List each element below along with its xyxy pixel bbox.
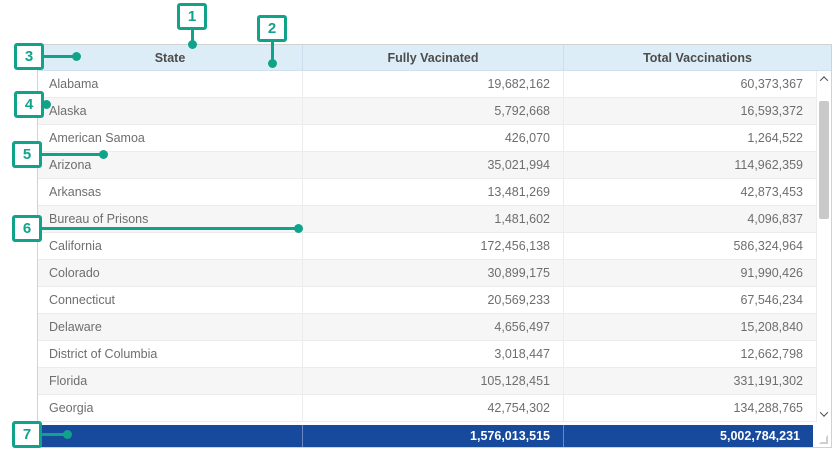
callout-6-label: 6 bbox=[23, 220, 31, 237]
cell-state: Colorado bbox=[38, 260, 303, 286]
cell-fully-vaccinated: 3,018,447 bbox=[303, 341, 564, 367]
scroll-down-button[interactable] bbox=[817, 406, 831, 422]
cell-state: Georgia bbox=[38, 395, 303, 421]
cell-state: Arkansas bbox=[38, 179, 303, 205]
cell-fully-vaccinated: 30,899,175 bbox=[303, 260, 564, 286]
cell-fully-vaccinated: 1,481,602 bbox=[303, 206, 564, 232]
cell-fully-vaccinated: 172,456,138 bbox=[303, 233, 564, 259]
cell-total-vaccinations: 1,264,522 bbox=[564, 125, 816, 151]
cell-state: Delaware bbox=[38, 314, 303, 340]
cell-total-vaccinations: 15,208,840 bbox=[564, 314, 816, 340]
callout-6: 6 bbox=[12, 215, 42, 242]
scroll-up-button[interactable] bbox=[817, 71, 831, 87]
table-row[interactable]: California 172,456,138 586,324,964 bbox=[38, 233, 831, 260]
cell-fully-vaccinated: 42,754,302 bbox=[303, 395, 564, 421]
dashboard-table-screenshot: State Fully Vacinated Total Vaccinations… bbox=[0, 0, 833, 453]
callout-1-dot bbox=[188, 40, 197, 49]
cell-state: American Samoa bbox=[38, 125, 303, 151]
callout-6-dot bbox=[294, 224, 303, 233]
cell-fully-vaccinated: 105,128,451 bbox=[303, 368, 564, 394]
cell-total-vaccinations: 60,373,367 bbox=[564, 71, 816, 97]
cell-state: Florida bbox=[38, 368, 303, 394]
callout-7-label: 7 bbox=[23, 426, 31, 443]
table-body: Alabama 19,682,162 60,373,367 Alaska 5,7… bbox=[38, 71, 831, 422]
cell-total-vaccinations: 91,990,426 bbox=[564, 260, 816, 286]
cell-state: California bbox=[38, 233, 303, 259]
callout-1-label: 1 bbox=[188, 8, 196, 25]
cell-fully-vaccinated: 13,481,269 bbox=[303, 179, 564, 205]
resize-grip-icon bbox=[819, 435, 828, 444]
callout-3: 3 bbox=[14, 43, 44, 70]
cell-state: District of Columbia bbox=[38, 341, 303, 367]
column-header-fully-vaccinated: Fully Vacinated bbox=[303, 45, 564, 70]
totals-row-bar: 1,576,013,515 5,002,784,231 bbox=[38, 425, 813, 447]
scrollbar-corner bbox=[813, 425, 831, 447]
cell-total-vaccinations: 134,288,765 bbox=[564, 395, 816, 421]
table-row[interactable]: Arizona 35,021,994 114,962,359 bbox=[38, 152, 831, 179]
cell-fully-vaccinated: 20,569,233 bbox=[303, 287, 564, 313]
column-header-total-vaccinations: Total Vaccinations bbox=[564, 45, 831, 70]
table-row[interactable]: Florida 105,128,451 331,191,302 bbox=[38, 368, 831, 395]
cell-state: Alaska bbox=[38, 98, 303, 124]
table-row[interactable]: Colorado 30,899,175 91,990,426 bbox=[38, 260, 831, 287]
cell-fully-vaccinated: 19,682,162 bbox=[303, 71, 564, 97]
callout-4-label: 4 bbox=[25, 96, 33, 113]
cell-total-vaccinations: 67,546,234 bbox=[564, 287, 816, 313]
table-row[interactable]: Arkansas 13,481,269 42,873,453 bbox=[38, 179, 831, 206]
callout-5-stem bbox=[42, 153, 103, 156]
cell-total-vaccinations: 16,593,372 bbox=[564, 98, 816, 124]
table-row[interactable]: Alaska 5,792,668 16,593,372 bbox=[38, 98, 831, 125]
table-row[interactable]: District of Columbia 3,018,447 12,662,79… bbox=[38, 341, 831, 368]
table-row[interactable]: Georgia 42,754,302 134,288,765 bbox=[38, 395, 831, 422]
totals-cell-fully-vaccinated: 1,576,013,515 bbox=[303, 425, 564, 447]
cell-fully-vaccinated: 426,070 bbox=[303, 125, 564, 151]
cell-fully-vaccinated: 35,021,994 bbox=[303, 152, 564, 178]
callout-5: 5 bbox=[12, 141, 42, 168]
cell-total-vaccinations: 42,873,453 bbox=[564, 179, 816, 205]
table-row[interactable]: Connecticut 20,569,233 67,546,234 bbox=[38, 287, 831, 314]
cell-total-vaccinations: 586,324,964 bbox=[564, 233, 816, 259]
cell-state: Connecticut bbox=[38, 287, 303, 313]
callout-5-label: 5 bbox=[23, 146, 31, 163]
cell-total-vaccinations: 4,096,837 bbox=[564, 206, 816, 232]
vaccination-table: State Fully Vacinated Total Vaccinations… bbox=[37, 44, 832, 448]
cell-total-vaccinations: 114,962,359 bbox=[564, 152, 816, 178]
vertical-scrollbar[interactable] bbox=[816, 71, 831, 422]
callout-7-dot bbox=[63, 430, 72, 439]
callout-2-dot bbox=[268, 59, 277, 68]
cell-fully-vaccinated: 5,792,668 bbox=[303, 98, 564, 124]
table-row[interactable]: American Samoa 426,070 1,264,522 bbox=[38, 125, 831, 152]
cell-total-vaccinations: 12,662,798 bbox=[564, 341, 816, 367]
cell-fully-vaccinated: 4,656,497 bbox=[303, 314, 564, 340]
callout-2: 2 bbox=[257, 15, 287, 42]
callout-7: 7 bbox=[12, 421, 42, 448]
callout-4: 4 bbox=[14, 91, 44, 118]
callout-2-label: 2 bbox=[268, 20, 276, 37]
totals-cell-total-vaccinations: 5,002,784,231 bbox=[564, 425, 813, 447]
callout-6-stem bbox=[42, 227, 298, 230]
chevron-up-icon bbox=[820, 76, 828, 84]
chevron-down-icon bbox=[820, 408, 828, 416]
totals-row: 1,576,013,515 5,002,784,231 bbox=[38, 425, 831, 447]
callout-5-dot bbox=[99, 150, 108, 159]
table-header-row: State Fully Vacinated Total Vaccinations bbox=[38, 45, 831, 71]
callout-3-dot bbox=[72, 52, 81, 61]
totals-cell-state bbox=[38, 425, 303, 447]
callout-1: 1 bbox=[177, 3, 207, 30]
cell-total-vaccinations: 331,191,302 bbox=[564, 368, 816, 394]
cell-state: Alabama bbox=[38, 71, 303, 97]
table-row[interactable]: Alabama 19,682,162 60,373,367 bbox=[38, 71, 831, 98]
callout-3-label: 3 bbox=[25, 48, 33, 65]
scrollbar-thumb[interactable] bbox=[819, 101, 829, 219]
table-row[interactable]: Delaware 4,656,497 15,208,840 bbox=[38, 314, 831, 341]
